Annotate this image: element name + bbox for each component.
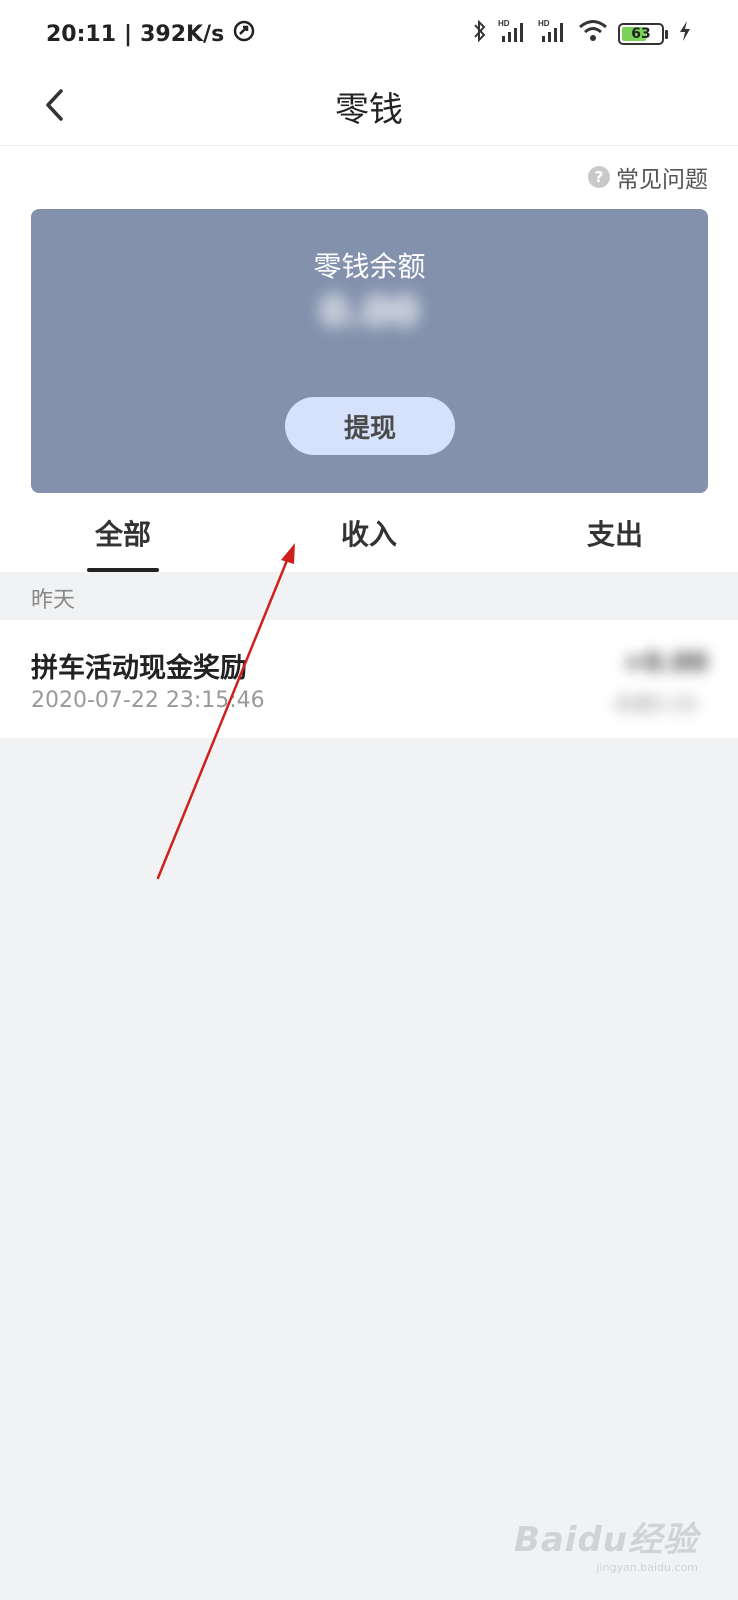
status-bar: 20:11 | 392K/s HD HD 63 (0, 0, 738, 68)
record-balance: 余额0.00 (613, 692, 698, 716)
wifi-icon (578, 19, 608, 49)
balance-card: 零钱余额 0.00 提现 (31, 209, 708, 493)
battery-percent: 63 (631, 26, 651, 42)
date-header: 昨天 (31, 588, 76, 613)
chevron-left-icon (46, 89, 63, 121)
faq-label: 常见问题 (616, 167, 708, 193)
signal-hd-icon: HD (538, 18, 568, 50)
faq-link[interactable]: ? 常见问题 (588, 160, 708, 194)
question-icon: ? (588, 166, 610, 188)
svg-text:HD: HD (538, 19, 550, 28)
watermark-url: jingyan.baidu.com (596, 1561, 698, 1574)
filter-tabs: 全部 收入 支出 (0, 493, 738, 572)
record-amount: +0.00 (622, 648, 708, 678)
battery-cap (665, 29, 668, 39)
nav-bar: 零钱 (0, 68, 738, 146)
tab-all[interactable]: 全部 (0, 493, 246, 572)
bluetooth-icon (472, 18, 488, 50)
status-speed: 392K/s (140, 21, 225, 47)
list-item[interactable]: 拼车活动现金奖励 2020-07-22 23:15:46 +0.00 余额0.0… (0, 620, 738, 738)
watermark: Baidu经验 jingyan.baidu.com (514, 1512, 698, 1574)
status-time: 20:11 (46, 21, 117, 47)
status-right: HD HD 63 (472, 18, 692, 50)
balance-amount: 0.00 (320, 289, 419, 335)
battery-icon: 63 (618, 23, 668, 45)
tab-expense[interactable]: 支出 (492, 493, 738, 572)
withdraw-button[interactable]: 提现 (285, 397, 455, 455)
battery-body: 63 (618, 23, 664, 45)
signal-hd-icon: HD (498, 18, 528, 50)
status-left: 20:11 | 392K/s (46, 19, 256, 49)
record-time: 2020-07-22 23:15:46 (31, 688, 265, 713)
charging-icon (678, 20, 692, 48)
svg-text:HD: HD (498, 19, 510, 28)
record-title: 拼车活动现金奖励 (31, 653, 247, 684)
at-icon (232, 19, 256, 49)
status-divider: | (124, 21, 133, 47)
page-title: 零钱 (335, 90, 403, 130)
back-button[interactable] (30, 80, 80, 130)
watermark-logo: Baidu经验 (513, 1520, 698, 1560)
tab-income[interactable]: 收入 (246, 493, 492, 572)
balance-label: 零钱余额 (313, 250, 426, 283)
